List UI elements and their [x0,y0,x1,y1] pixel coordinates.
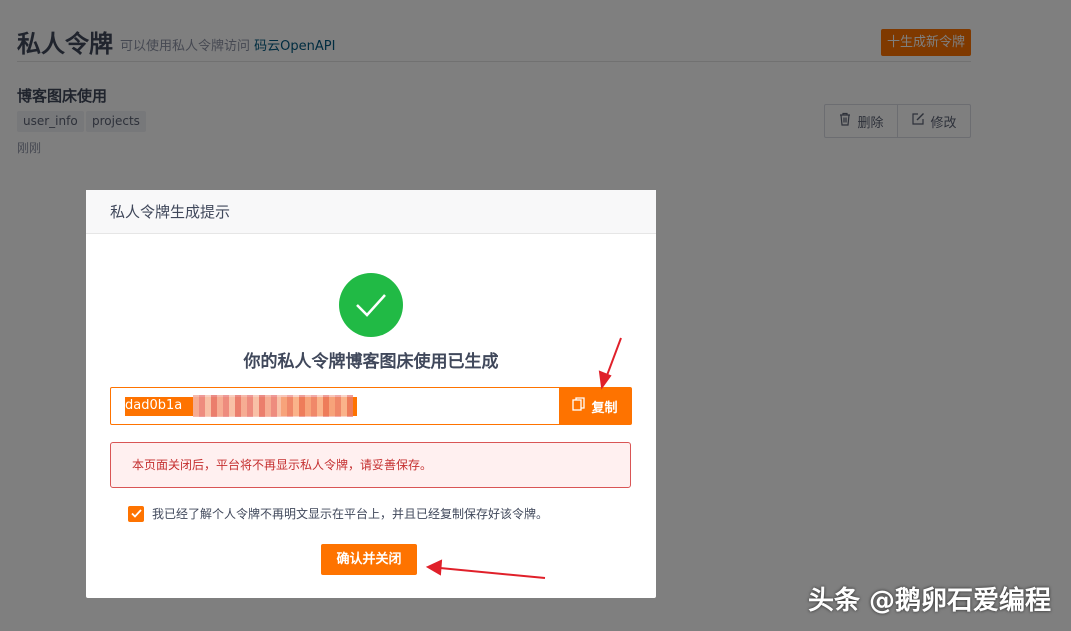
confirm-close-button[interactable]: 确认并关闭 [321,544,417,575]
watermark: 头条 @鹅卵石爱编程 [807,586,1051,616]
token-value-input[interactable]: dad0b1a [111,388,559,424]
checkmark-icon [130,509,142,518]
warning-message: 本页面关闭后，平台将不再显示私人令牌，请妥善保存。 [110,442,631,488]
redaction-mosaic [193,395,281,417]
copy-icon [572,397,586,415]
token-field: dad0b1a 复制 [110,387,632,425]
token-generated-dialog: 私人令牌生成提示 你的私人令牌博客图床使用已生成 dad0b1a 复制 本页面关… [86,190,656,598]
dialog-heading: 你的私人令牌博客图床使用已生成 [243,352,499,372]
copy-label: 复制 [591,400,618,416]
agree-label[interactable]: 我已经了解个人令牌不再明文显示在平台上，并且已经复制保存好该令牌。 [152,505,548,522]
agree-checkbox[interactable] [128,505,144,522]
agree-row: 我已经了解个人令牌不再明文显示在平台上，并且已经复制保存好该令牌。 [128,505,548,522]
redaction-mosaic [281,395,353,417]
token-value-text: dad0b1a [125,398,183,413]
check-circle-icon [339,273,403,337]
dialog-title: 私人令牌生成提示 [86,190,656,234]
copy-button[interactable]: 复制 [559,388,631,424]
